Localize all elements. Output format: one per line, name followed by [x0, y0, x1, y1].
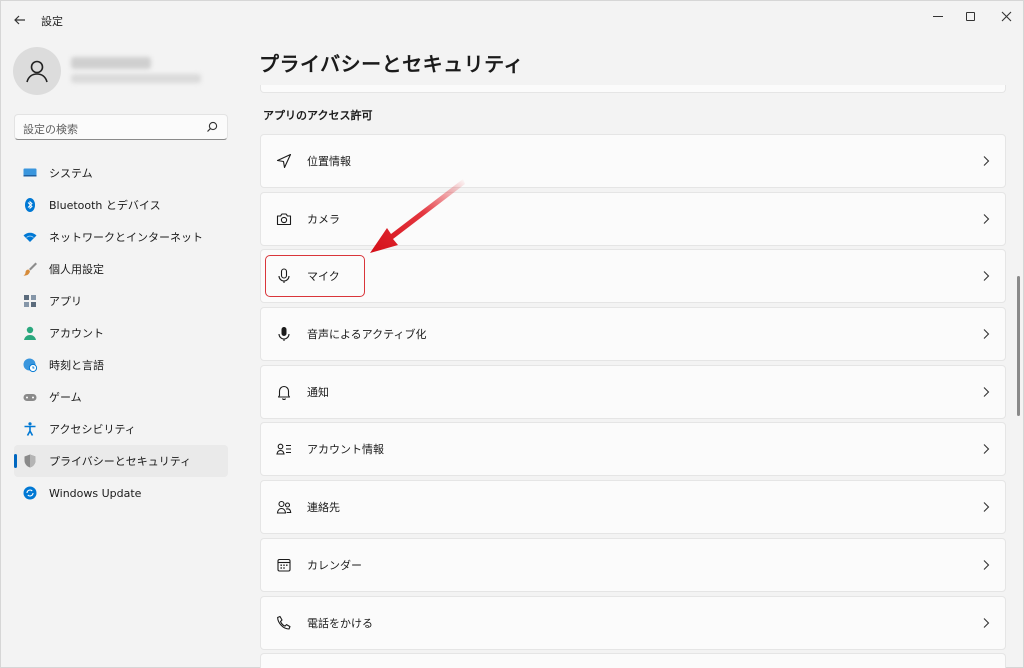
- chevron-right-icon: [983, 617, 990, 628]
- settings-window: 設定 設定の検索 システム Bluetooth とデバイス ネットワークとインタ…: [0, 0, 1024, 668]
- profile-email-blurred: [71, 74, 201, 83]
- setting-item-next-partial[interactable]: [260, 653, 1006, 668]
- chevron-right-icon: [983, 271, 990, 282]
- maximize-icon: [965, 11, 975, 21]
- person-icon: [26, 60, 48, 83]
- sidebar-item-label: 個人用設定: [49, 263, 104, 276]
- camera-icon: [275, 210, 293, 228]
- sidebar-item-apps[interactable]: アプリ: [14, 285, 228, 317]
- gamepad-icon: [22, 389, 38, 405]
- search-icon[interactable]: [205, 120, 219, 134]
- sidebar-nav: システム Bluetooth とデバイス ネットワークとインターネット 個人用設…: [14, 157, 228, 509]
- setting-item-label: 位置情報: [307, 155, 351, 168]
- chevron-right-icon: [983, 213, 990, 224]
- sidebar-item-system[interactable]: システム: [14, 157, 228, 189]
- sidebar-item-label: アカウント: [49, 327, 104, 340]
- sidebar-item-accessibility[interactable]: アクセシビリティ: [14, 413, 228, 445]
- close-icon: [1001, 11, 1011, 21]
- setting-item-label: カメラ: [307, 212, 340, 226]
- globe-clock-icon: [22, 357, 38, 373]
- bluetooth-icon: [22, 197, 38, 213]
- sidebar-item-label: システム: [49, 167, 93, 180]
- avatar: [13, 47, 61, 95]
- sidebar-item-label: Windows Update: [49, 486, 142, 500]
- sidebar-item-label: ゲーム: [49, 391, 82, 404]
- accessibility-icon: [22, 421, 38, 437]
- minimize-button[interactable]: [921, 5, 955, 27]
- voice-activation-icon: [275, 325, 293, 343]
- sidebar-item-windows-update[interactable]: Windows Update: [14, 477, 228, 509]
- setting-item-voice-activation[interactable]: 音声によるアクティブ化: [260, 307, 1006, 362]
- sidebar-item-time-language[interactable]: 時刻と言語: [14, 349, 228, 381]
- maximize-button[interactable]: [953, 5, 987, 27]
- chevron-right-icon: [983, 502, 990, 513]
- profile-name-blurred: [71, 57, 151, 69]
- location-icon: [275, 152, 293, 170]
- sidebar-item-bluetooth[interactable]: Bluetooth とデバイス: [14, 189, 228, 221]
- wifi-icon: [22, 229, 38, 245]
- sidebar-item-label: プライバシーとセキュリティ: [49, 455, 192, 468]
- setting-item-label: 連絡先: [307, 501, 340, 515]
- back-arrow-icon[interactable]: [9, 9, 31, 31]
- settings-search-input[interactable]: 設定の検索: [14, 114, 228, 140]
- sidebar-item-label: ネットワークとインターネット: [49, 231, 203, 244]
- setting-item-account-info[interactable]: アカウント情報: [260, 422, 1006, 477]
- sidebar-item-label: アクセシビリティ: [49, 423, 136, 436]
- setting-item-label: カレンダー: [307, 558, 362, 572]
- bell-icon: [275, 383, 293, 401]
- chevron-right-icon: [983, 329, 990, 339]
- sidebar-item-personalization[interactable]: 個人用設定: [14, 253, 228, 285]
- window-title: 設定: [41, 15, 63, 28]
- setting-item-label: アカウント情報: [307, 443, 384, 457]
- chevron-right-icon: [983, 156, 990, 166]
- system-icon: [22, 165, 38, 181]
- sidebar-item-label: 時刻と言語: [49, 359, 104, 372]
- shield-icon: [22, 453, 38, 469]
- annotation-arrow-icon: [370, 179, 465, 253]
- sidebar-item-gaming[interactable]: ゲーム: [14, 381, 228, 413]
- sidebar-item-label: Bluetooth とデバイス: [49, 199, 161, 212]
- setting-item-phone-calls[interactable]: 電話をかける: [260, 595, 1006, 650]
- contacts-icon: [275, 498, 293, 516]
- close-button[interactable]: [989, 5, 1023, 27]
- setting-item-contacts[interactable]: 連絡先: [260, 480, 1006, 535]
- account-info-icon: [275, 440, 293, 458]
- setting-item-label: 音声によるアクティブ化: [307, 328, 427, 342]
- sidebar-item-accounts[interactable]: アカウント: [14, 317, 228, 349]
- active-indicator: [14, 454, 17, 468]
- sidebar-item-privacy-security[interactable]: プライバシーとセキュリティ: [14, 445, 228, 477]
- chevron-right-icon: [983, 386, 990, 397]
- brush-icon: [22, 261, 38, 277]
- setting-item-calendar[interactable]: カレンダー: [260, 537, 1006, 592]
- minimize-icon: [933, 15, 943, 17]
- section-title: アプリのアクセス許可: [263, 109, 373, 122]
- phone-icon: [275, 614, 293, 632]
- sidebar-item-label: アプリ: [49, 295, 82, 308]
- chevron-right-icon: [983, 444, 990, 455]
- calendar-icon: [275, 556, 293, 574]
- annotation-highlight-box: [265, 255, 365, 297]
- scrollbar[interactable]: [1017, 276, 1020, 416]
- chevron-right-icon: [983, 559, 990, 570]
- search-placeholder: 設定の検索: [23, 123, 78, 136]
- previous-card-edge: [260, 85, 1006, 93]
- setting-item-label: 通知: [307, 385, 329, 399]
- sidebar-item-network[interactable]: ネットワークとインターネット: [14, 221, 228, 253]
- user-profile[interactable]: [13, 47, 233, 97]
- apps-icon: [22, 293, 38, 309]
- setting-item-label: 電話をかける: [307, 616, 373, 630]
- title-bar: 設定: [1, 1, 1023, 39]
- page-title: プライバシーとセキュリティ: [259, 52, 524, 76]
- setting-item-notifications[interactable]: 通知: [260, 364, 1006, 419]
- update-icon: [22, 485, 38, 501]
- account-icon: [22, 325, 38, 341]
